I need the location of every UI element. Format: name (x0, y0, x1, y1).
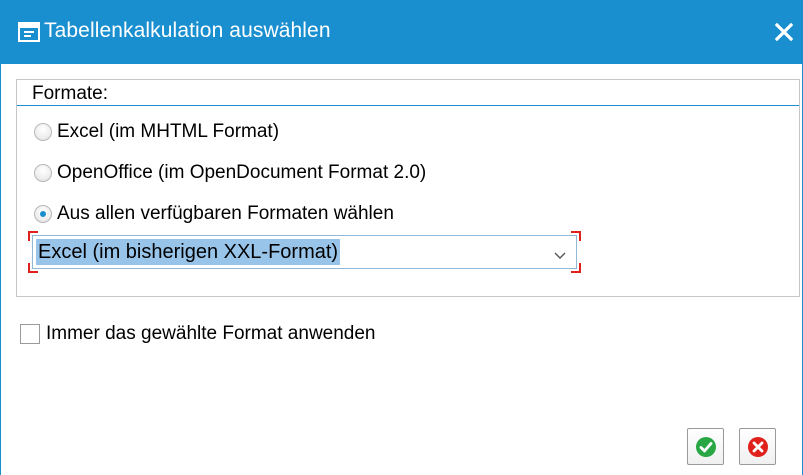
dropdown-selected-value: Excel (im bisherigen XXL-Format) (36, 239, 341, 265)
format-dropdown[interactable]: Excel (im bisherigen XXL-Format) (32, 235, 577, 269)
dialog-title: Tabellenkalkulation auswählen (44, 19, 331, 42)
radio-label: Aus allen verfügbaren Formaten wählen (57, 203, 394, 224)
radio-label: Excel (im MHTML Format) (57, 121, 280, 142)
always-use-format-label: Immer das gewählte Format anwenden (46, 323, 376, 344)
cancel-button[interactable] (739, 428, 776, 465)
formats-group-header: Formate: (17, 80, 799, 106)
cancel-icon (748, 437, 768, 457)
checkmark-icon (696, 437, 716, 457)
dialog-titlebar: Tabellenkalkulation auswählen (1, 0, 802, 64)
formats-group: Formate: Excel (im MHTML Format) OpenOff… (16, 79, 800, 297)
dialog-window: Tabellenkalkulation auswählen Formate: E… (0, 0, 803, 475)
format-dropdown-container: Excel (im bisherigen XXL-Format) (28, 231, 581, 273)
dialog-window-icon (18, 21, 40, 43)
formats-group-title: Formate: (32, 83, 109, 104)
chevron-down-icon[interactable] (554, 247, 566, 259)
close-icon (774, 22, 794, 42)
confirm-button[interactable] (687, 428, 724, 465)
radio-button-selected[interactable] (34, 205, 52, 223)
radio-button[interactable] (34, 164, 52, 182)
radio-button[interactable] (34, 123, 52, 141)
close-button[interactable] (772, 20, 796, 44)
radio-label: OpenOffice (im OpenDocument Format 2.0) (57, 162, 427, 183)
always-use-format-checkbox[interactable] (20, 324, 40, 344)
